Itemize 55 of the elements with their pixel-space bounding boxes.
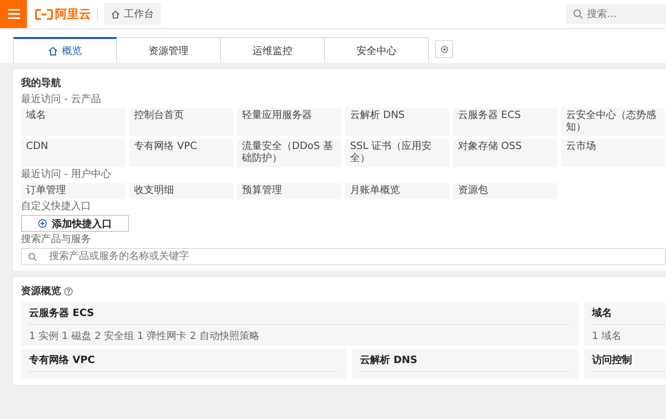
workbench-button[interactable]: 工作台: [104, 3, 161, 25]
nav-link[interactable]: 轻量应用服务器: [237, 108, 341, 136]
section-title: 我的导航: [21, 76, 62, 90]
resource-tile[interactable]: 域名 1 域名: [584, 302, 666, 346]
nav-link[interactable]: CDN: [21, 139, 125, 167]
nav-link[interactable]: 月账单概览: [345, 183, 449, 199]
nav-link[interactable]: 云服务器 ECS: [453, 108, 557, 136]
add-shortcut-button[interactable]: 添加快捷入口: [21, 215, 129, 232]
tab[interactable]: 资源管理: [117, 37, 221, 63]
resource-summary: 1 域名: [592, 330, 623, 343]
tab[interactable]: 安全中心: [325, 37, 429, 63]
tab[interactable]: 运维监控: [221, 37, 325, 63]
group-title: 最近访问 - 云产品: [21, 94, 102, 106]
home-icon: [111, 10, 120, 18]
resource-summary: 1 实例 1 磁盘 2 安全组 1 弹性网卡 2 自动快照策略: [29, 330, 260, 343]
home-icon: [48, 46, 58, 56]
nav-link[interactable]: 云安全中心（态势感知）: [561, 108, 665, 136]
tab[interactable]: 概览: [13, 37, 117, 63]
group-title: 搜索产品与服务: [21, 234, 92, 246]
logo-text: 阿里云: [55, 6, 91, 22]
search-field[interactable]: 搜索...: [566, 4, 666, 24]
nav-link[interactable]: 订单管理: [21, 183, 125, 199]
logo-icon: [35, 8, 53, 20]
resource-title: 云解析 DNS: [360, 354, 418, 367]
nav-link[interactable]: 专有网络 VPC: [129, 139, 233, 167]
nav-link[interactable]: 预算管理: [237, 183, 341, 199]
resource-title: 域名: [592, 306, 613, 320]
nav-link[interactable]: 收支明细: [129, 183, 233, 199]
menu-button[interactable]: [0, 0, 27, 28]
nav-link[interactable]: SSL 证书（应用安全）: [345, 139, 449, 167]
group-title: 自定义快捷入口: [21, 201, 92, 213]
plus-icon: [38, 219, 47, 228]
search-icon: [573, 9, 583, 19]
product-search-field[interactable]: 搜索产品或服务的名称或关键字: [21, 248, 666, 265]
resource-title: 访问控制: [592, 353, 633, 367]
nav-link[interactable]: 对象存储 OSS: [453, 139, 557, 167]
nav-link[interactable]: 流量安全（DDoS 基础防护）: [237, 139, 341, 167]
section-title: 资源概览: [21, 284, 61, 298]
settings-icon: [440, 44, 448, 54]
menu-icon: [8, 9, 20, 19]
resource-tile[interactable]: 访问控制: [584, 349, 666, 379]
nav-link[interactable]: 云解析 DNS: [345, 108, 449, 136]
resource-tile[interactable]: 云服务器 ECS 1 实例 1 磁盘 2 安全组 1 弹性网卡 2 自动快照策略: [21, 302, 578, 346]
resource-tile[interactable]: 云解析 DNS: [352, 349, 578, 379]
nav-link[interactable]: 云市场: [561, 139, 665, 167]
nav-link[interactable]: 控制台首页: [129, 108, 233, 136]
resource-tile[interactable]: 专有网络 VPC: [21, 349, 346, 379]
group-title: 最近访问 - 用户中心: [21, 169, 112, 181]
resource-title: 云服务器 ECS: [29, 306, 96, 320]
resource-title: 专有网络 VPC: [29, 354, 96, 367]
nav-link[interactable]: 域名: [21, 108, 125, 136]
settings-button[interactable]: [435, 40, 453, 58]
help-icon: [64, 286, 73, 296]
search-icon: [28, 252, 37, 261]
nav-link[interactable]: 资源包: [453, 183, 557, 199]
